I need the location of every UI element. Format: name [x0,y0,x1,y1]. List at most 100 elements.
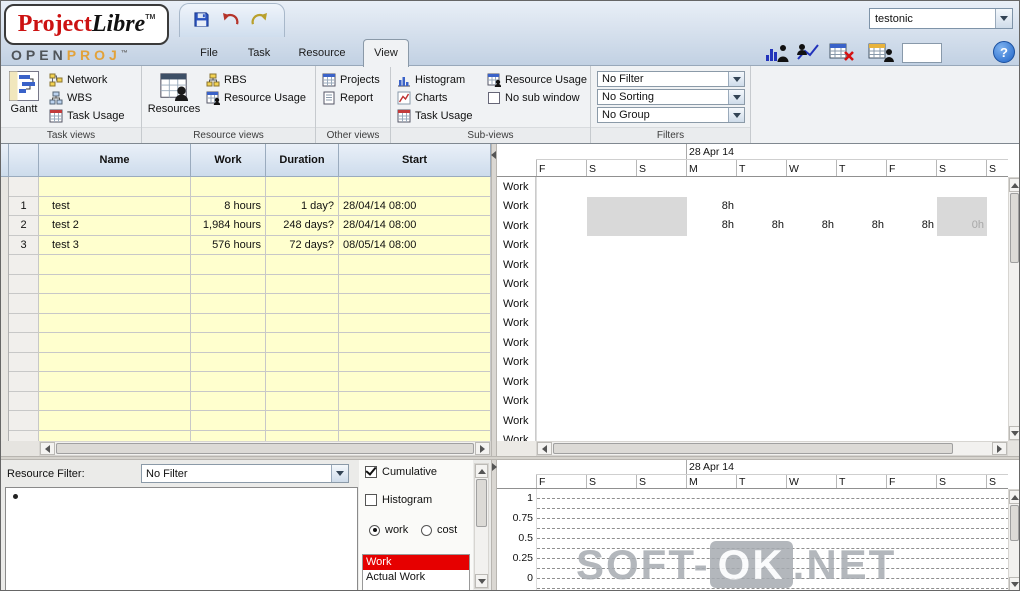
task-row[interactable] [9,411,491,431]
remove-assignment-button[interactable] [824,42,860,64]
help-button[interactable]: ? [993,41,1015,63]
task-work-cell[interactable] [191,411,266,431]
task-start-cell[interactable] [339,391,491,411]
task-name-cell[interactable] [39,411,191,431]
row-number-cell[interactable] [9,255,39,275]
row-number-cell[interactable] [9,274,39,294]
task-name-cell[interactable]: test 2 [39,216,191,236]
task-row[interactable]: 2 test 2 1,984 hours 248 days? 28/04/14 08:0… [9,216,491,236]
scroll-left-button[interactable] [537,442,552,455]
scrollbar-thumb[interactable] [1010,193,1019,263]
projects-view-button[interactable]: Projects [322,72,380,88]
tab-file[interactable]: File [189,40,229,66]
resource-filter-dropdown[interactable]: No Filter [141,464,349,483]
scrollbar-thumb[interactable] [56,443,474,454]
row-number-cell[interactable] [9,177,39,197]
column-header-start[interactable]: Start [339,144,491,177]
task-duration-cell[interactable] [266,255,339,275]
task-name-cell[interactable] [39,391,191,411]
series-item[interactable]: Work [363,555,469,570]
row-number-cell[interactable] [9,352,39,372]
task-row[interactable] [9,274,491,294]
column-header-name[interactable]: Name [39,144,191,177]
task-duration-cell[interactable] [266,372,339,392]
resource-histogram-button[interactable] [762,42,792,64]
task-row[interactable] [9,294,491,314]
task-start-cell[interactable] [339,352,491,372]
task-duration-cell[interactable] [266,313,339,333]
histogram-checkbox[interactable] [365,494,377,506]
column-header-work[interactable]: Work [191,144,266,177]
project-selector[interactable]: testonic [869,8,1013,29]
task-duration-cell[interactable] [266,274,339,294]
task-work-cell[interactable] [191,352,266,372]
task-start-cell[interactable] [339,372,491,392]
scroll-up-button[interactable] [1009,490,1019,504]
scroll-down-button[interactable] [475,574,488,588]
work-option[interactable]: work [369,524,408,536]
task-work-cell[interactable] [191,294,266,314]
task-row[interactable] [9,177,491,197]
histogram-subview-button[interactable]: Histogram [397,72,465,88]
scroll-right-button[interactable] [992,442,1007,455]
splitter-collapse-left-icon[interactable] [491,151,496,159]
cost-option[interactable]: cost [421,524,457,536]
task-duration-cell[interactable] [266,352,339,372]
task-table-hscrollbar[interactable] [39,441,491,456]
row-number-cell[interactable]: 1 [9,196,39,216]
redo-button[interactable] [247,10,271,32]
task-work-cell[interactable] [191,333,266,353]
chart-vscrollbar[interactable] [1008,489,1019,590]
task-start-cell[interactable] [339,430,491,441]
task-usage-view-button[interactable]: Task Usage [49,108,124,124]
scroll-down-button[interactable] [1009,426,1019,440]
scroll-left-button[interactable] [40,442,55,455]
row-number-cell[interactable]: 3 [9,235,39,255]
task-name-cell[interactable]: test [39,196,191,216]
column-header-duration[interactable]: Duration [266,144,339,177]
task-name-cell[interactable] [39,313,191,333]
cumulative-option[interactable]: Cumulative [365,466,437,478]
scroll-right-button[interactable] [475,442,490,455]
task-work-cell[interactable] [191,391,266,411]
resource-tree-listbox[interactable] [5,487,358,590]
tab-task[interactable]: Task [239,40,279,66]
group-dropdown[interactable]: No Group [597,107,745,123]
task-start-cell[interactable]: 28/04/14 08:00 [339,196,491,216]
tab-view[interactable]: View [363,39,409,67]
scroll-up-button[interactable] [1009,178,1019,192]
task-row[interactable]: 1 test 8 hours 1 day? 28/04/14 08:00 [9,196,491,216]
scrollbar-thumb[interactable] [476,479,487,527]
task-work-cell[interactable] [191,274,266,294]
task-name-cell[interactable]: test 3 [39,235,191,255]
row-number-cell[interactable] [9,430,39,441]
task-work-cell[interactable] [191,177,266,197]
task-name-cell[interactable] [39,352,191,372]
resource-usage-subview-button[interactable]: Resource Usage [487,72,587,88]
task-name-cell[interactable] [39,430,191,441]
undo-button[interactable] [218,10,242,32]
row-number-cell[interactable] [9,313,39,333]
scrollbar-thumb[interactable] [553,443,953,454]
usage-vscrollbar[interactable] [1008,177,1019,441]
series-item[interactable]: Actual Work [363,570,469,585]
task-row[interactable] [9,255,491,275]
work-radio[interactable] [369,524,380,536]
task-name-cell[interactable] [39,372,191,392]
row-number-cell[interactable] [9,294,39,314]
task-row[interactable] [9,391,491,411]
task-name-cell[interactable] [39,177,191,197]
scroll-down-button[interactable] [1009,577,1019,590]
task-row[interactable] [9,352,491,372]
scroll-up-button[interactable] [475,464,488,478]
resources-view-button[interactable]: Resources [146,69,202,117]
task-duration-cell[interactable]: 248 days? [266,216,339,236]
task-duration-cell[interactable] [266,177,339,197]
task-start-cell[interactable] [339,313,491,333]
task-work-cell[interactable]: 576 hours [191,235,266,255]
task-row[interactable] [9,333,491,353]
gantt-view-button[interactable]: Gantt [3,69,45,117]
task-work-cell[interactable]: 1,984 hours [191,216,266,236]
task-duration-cell[interactable] [266,411,339,431]
no-sub-window-button[interactable]: No sub window [487,90,580,106]
